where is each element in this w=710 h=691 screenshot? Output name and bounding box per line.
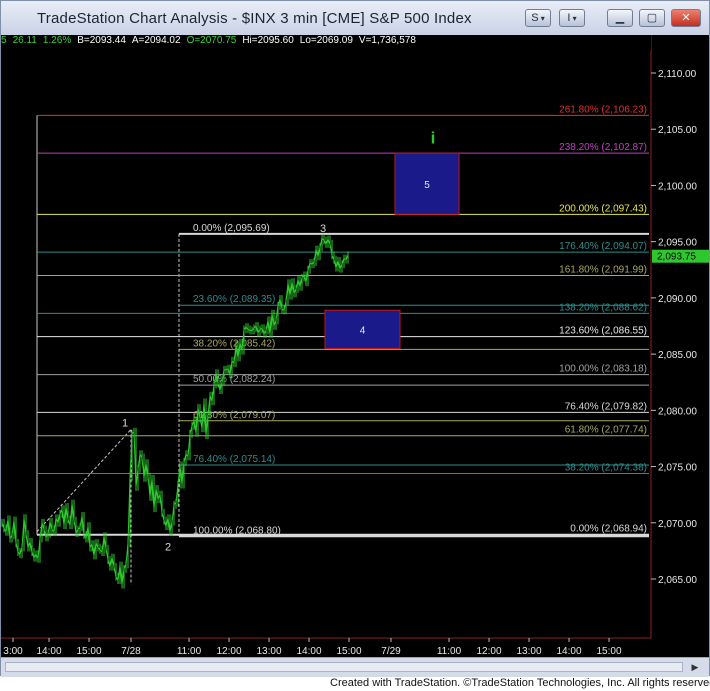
fib-level-label: 38.20% (2,074.38) — [565, 463, 647, 474]
x-tick-label: 11:00 — [437, 646, 462, 657]
fib-level-label: 123.60% (2,086.55) — [559, 326, 647, 337]
fib-level-label: 138.20% (2,088.62) — [559, 302, 647, 313]
fib-level-label: 0.00% (2,068.94) — [570, 524, 647, 535]
status-field: V=1,736,578 — [358, 35, 416, 46]
status-field: A=2094.02 — [131, 35, 181, 46]
minimize-button[interactable]: ▁ — [607, 9, 633, 27]
styles-menu-button[interactable]: S ▾ — [525, 9, 551, 27]
x-tick-label: 15:00 — [336, 646, 361, 657]
last-price-label: 2,093.75 — [657, 252, 696, 263]
status-field: 1.26% — [42, 35, 72, 46]
styles-button-label: S — [531, 12, 539, 24]
window-title: TradeStation Chart Analysis - $INX 3 min… — [37, 10, 472, 27]
insert-menu-button[interactable]: I ▾ — [559, 9, 585, 27]
x-tick-label: 14:00 — [556, 646, 581, 657]
horizontal-scrollbar[interactable]: ▶ — [1, 657, 709, 677]
x-tick-label: 12:00 — [476, 646, 501, 657]
price-chart[interactable]: 261.80% (2,106.23) 238.20% (2,102.87) 200.… — [1, 35, 709, 657]
dropdown-arrow-icon: ▾ — [570, 14, 577, 23]
status-field: 26.11 — [12, 35, 37, 46]
fib-level-label: 38.20% (2,085.42) — [193, 338, 275, 349]
quote-status-bar: 5 26.11 1.26% B=2093.44 A=2094.02 O=2070.75 Hi… — [1, 35, 651, 50]
chart-area[interactable]: 261.80% (2,106.23) 238.20% (2,102.87) 200.… — [1, 35, 709, 657]
y-tick-label: 2,080.00 — [658, 406, 697, 417]
fib-level-label: 76.40% (2,075.14) — [193, 454, 275, 465]
y-tick-label: 2,075.00 — [658, 463, 697, 474]
y-tick-label: 2,090.00 — [658, 294, 697, 305]
minimize-icon: ▁ — [615, 12, 625, 24]
maximize-icon: ▢ — [646, 12, 658, 24]
fib-level-label: 100.00% (2,068.80) — [193, 525, 281, 536]
y-tick-label: 2,070.00 — [658, 519, 697, 530]
wave-box-label: 4 — [360, 325, 366, 336]
maximize-button[interactable]: ▢ — [639, 9, 665, 27]
title-bar[interactable]: TradeStation Chart Analysis - $INX 3 min… — [1, 1, 709, 35]
status-field: 5 — [1, 35, 7, 46]
fib-level-label: 176.40% (2,094.07) — [559, 241, 647, 252]
fib-level-label: 161.80% (2,091.99) — [559, 265, 647, 276]
scrollbar-thumb[interactable] — [5, 662, 683, 672]
fib-level-label: 23.60% (2,089.35) — [193, 294, 275, 305]
fib-level-label: 100.00% (2,083.18) — [559, 364, 647, 375]
fib-level-label: 200.00% (2,097.43) — [559, 203, 647, 214]
fib-level-label: 261.80% (2,106.23) — [559, 104, 647, 115]
x-tick-label: 3:00 — [3, 646, 23, 657]
fib-level-label: 50.00% (2,082.24) — [193, 374, 275, 385]
x-tick-label: 7/29 — [381, 646, 401, 657]
copyright-footer: Created with TradeStation. ©TradeStation… — [330, 677, 710, 689]
y-tick-label: 2,100.00 — [658, 181, 697, 192]
status-field: Hi=2095.60 — [242, 35, 294, 46]
status-field: Lo=2069.09 — [299, 35, 353, 46]
y-tick-label: 2,085.00 — [658, 350, 697, 361]
wave-count-label: 1 — [122, 418, 128, 430]
chart-window: TradeStation Chart Analysis - $INX 3 min… — [0, 0, 710, 677]
wave-count-label: i — [431, 128, 436, 147]
y-tick-label: 2,105.00 — [658, 125, 697, 136]
dropdown-arrow-icon: ▾ — [538, 14, 545, 23]
fib-level-label: 0.00% (2,095.69) — [193, 223, 270, 234]
y-tick-label: 2,095.00 — [658, 238, 697, 249]
y-tick-label: 2,065.00 — [658, 575, 697, 586]
x-tick-label: 15:00 — [76, 646, 101, 657]
scroll-right-arrow-icon[interactable]: ▶ — [687, 660, 703, 675]
y-tick-label: 2,110.00 — [658, 69, 697, 80]
x-tick-label: 7/28 — [121, 646, 141, 657]
close-button[interactable]: ✕ — [671, 9, 701, 27]
wave-box-label: 5 — [424, 180, 430, 191]
fib-level-label: 61.80% (2,077.74) — [565, 425, 647, 436]
x-tick-label: 11:00 — [177, 646, 202, 657]
wave-count-label: 2 — [165, 541, 171, 553]
fib-level-label: 76.40% (2,079.82) — [565, 401, 647, 412]
x-tick-label: 13:00 — [256, 646, 281, 657]
x-tick-label: 13:00 — [516, 646, 541, 657]
x-tick-label: 14:00 — [296, 646, 321, 657]
x-tick-label: 15:00 — [596, 646, 621, 657]
x-tick-label: 14:00 — [36, 646, 61, 657]
x-tick-label: 12:00 — [216, 646, 241, 657]
status-field: B=2093.44 — [77, 35, 126, 46]
close-icon: ✕ — [681, 12, 691, 24]
status-field: O=2070.75 — [186, 35, 237, 46]
fib-level-label: 238.20% (2,102.87) — [559, 142, 647, 153]
wave-count-label: 3 — [320, 223, 326, 235]
